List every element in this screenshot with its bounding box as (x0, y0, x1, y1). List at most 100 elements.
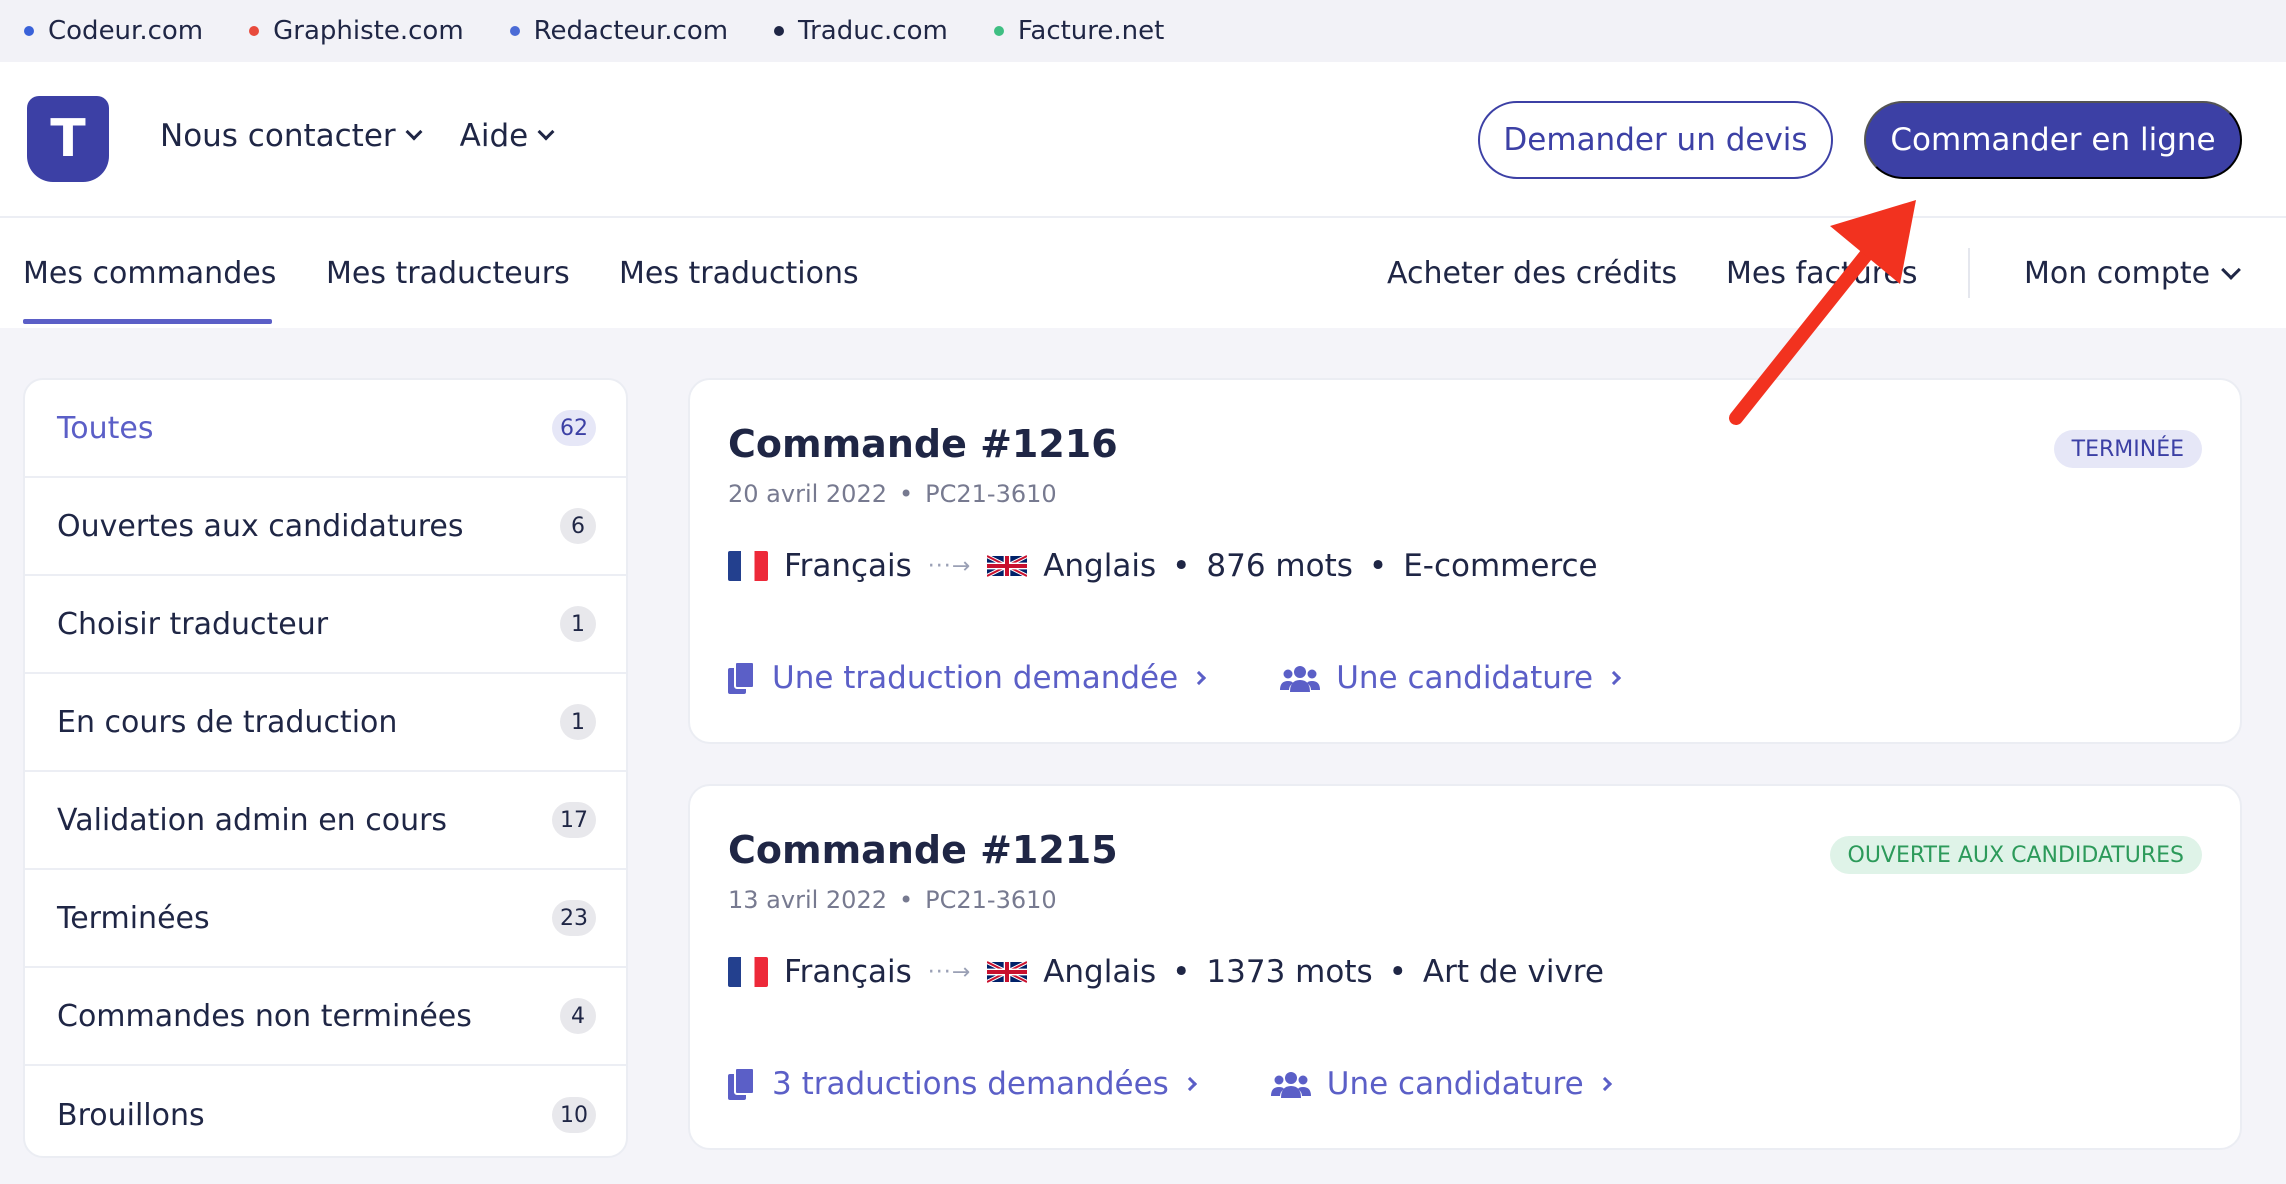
network-dot-icon (993, 26, 1004, 36)
applications-link-label: Une candidature (1326, 1066, 1584, 1102)
arrow-right-icon: ···→ (927, 553, 972, 579)
buy-credits-link[interactable]: Acheter des crédits (1387, 256, 1677, 291)
target-language: Anglais (1043, 954, 1157, 990)
network-link-label: Facture.net (1017, 16, 1165, 46)
filter-label: Toutes (57, 410, 154, 446)
order-ref: PC21-3610 (925, 480, 1057, 508)
translations-link[interactable]: 3 traductions demandées (728, 1066, 1197, 1102)
separator: • (899, 886, 914, 914)
order-date: 13 avril 2022 (728, 886, 887, 914)
word-count: 876 mots (1206, 548, 1353, 584)
order-languages: Français ···→ Anglais • 876 mots • E-com… (728, 548, 1598, 584)
filter-all[interactable]: Toutes 62 (25, 380, 626, 478)
uk-flag-icon (987, 960, 1028, 984)
order-category: E-commerce (1403, 548, 1598, 584)
order-meta: 20 avril 2022 • PC21-3610 (728, 480, 1057, 508)
status-badge: OUVERTE AUX CANDIDATURES (1829, 836, 2202, 874)
logo-letter: T (50, 109, 86, 169)
tab-my-translations[interactable]: Mes traductions (619, 256, 859, 291)
account-label: Mon compte (2024, 256, 2211, 291)
top-nav: Nous contacter Aide (160, 118, 555, 154)
filter-label: En cours de traduction (57, 704, 398, 740)
chevron-down-icon (405, 123, 423, 141)
traduc-logo[interactable]: T (27, 96, 109, 182)
network-dot-icon (249, 26, 260, 36)
network-dot-icon (24, 26, 34, 36)
chevron-down-icon (537, 123, 555, 141)
red-arrow-annotation-icon (1729, 200, 1916, 425)
uk-flag-icon (987, 554, 1028, 578)
tab-my-orders[interactable]: Mes commandes (23, 256, 276, 291)
network-link-label: Codeur.com (48, 16, 204, 46)
filter-label: Commandes non terminées (57, 998, 472, 1034)
applications-link[interactable]: Une candidature (1270, 1066, 1612, 1102)
france-flag-icon (728, 551, 768, 581)
filter-drafts[interactable]: Brouillons 10 (25, 1066, 626, 1156)
order-links: 3 traductions demandées Une candidature (728, 1066, 1612, 1102)
network-link-label: Graphiste.com (273, 16, 464, 46)
filter-completed[interactable]: Terminées 23 (25, 870, 626, 968)
translations-link[interactable]: Une traduction demandée (728, 660, 1207, 696)
target-language: Anglais (1043, 548, 1157, 584)
filter-label: Brouillons (57, 1097, 205, 1133)
separator: • (1388, 954, 1407, 990)
filter-admin-validation[interactable]: Validation admin en cours 17 (25, 772, 626, 870)
order-online-button[interactable]: Commander en ligne (1864, 101, 2242, 179)
order-ref: PC21-3610 (925, 886, 1057, 914)
separator: • (899, 480, 914, 508)
order-title[interactable]: Commande #1215 (728, 828, 1118, 872)
main-header: T Nous contacter Aide Demander un devis … (0, 62, 2286, 218)
order-card[interactable]: Commande #1215 13 avril 2022 • PC21-3610 O… (688, 784, 2242, 1150)
source-language: Français (784, 954, 912, 990)
chevron-down-icon (2221, 260, 2242, 280)
count-badge: 6 (560, 508, 596, 544)
tab-my-translators[interactable]: Mes traducteurs (326, 256, 570, 291)
status-badge: TERMINÉE (2053, 430, 2202, 468)
separator: • (1172, 548, 1191, 584)
active-tab-indicator (23, 319, 272, 324)
nav-contact-label: Nous contacter (160, 118, 396, 154)
count-badge: 17 (552, 802, 596, 838)
request-quote-button[interactable]: Demander un devis (1478, 101, 1833, 179)
filter-in-translation[interactable]: En cours de traduction 1 (25, 674, 626, 772)
filter-open-applications[interactable]: Ouvertes aux candidatures 6 (25, 478, 626, 576)
chevron-right-icon (1606, 670, 1622, 686)
network-dot-icon (509, 26, 520, 36)
network-link-label: Redacteur.com (533, 16, 729, 46)
network-bar: Codeur.com Graphiste.com Redacteur.com T… (0, 0, 2286, 62)
filter-label: Choisir traducteur (57, 606, 329, 642)
filter-label: Validation admin en cours (57, 802, 448, 838)
nav-contact-dropdown[interactable]: Nous contacter (160, 118, 423, 154)
france-flag-icon (728, 957, 768, 987)
filter-not-completed[interactable]: Commandes non terminées 4 (25, 968, 626, 1066)
count-badge: 4 (560, 998, 596, 1034)
documents-icon (728, 1068, 754, 1100)
applications-link[interactable]: Une candidature (1280, 660, 1622, 696)
order-links: Une traduction demandée Une candidature (728, 660, 1622, 696)
chevron-right-icon (1182, 1076, 1197, 1092)
applications-link-label: Une candidature (1336, 660, 1594, 696)
translations-link-label: 3 traductions demandées (772, 1066, 1169, 1102)
nav-help-dropdown[interactable]: Aide (460, 118, 555, 154)
network-link-traduc[interactable]: Traduc.com (774, 16, 948, 46)
documents-icon (728, 662, 754, 694)
order-category: Art de vivre (1422, 954, 1604, 990)
network-link-graphiste[interactable]: Graphiste.com (249, 16, 464, 46)
order-card[interactable]: Commande #1216 20 avril 2022 • PC21-3610 T… (688, 378, 2242, 744)
count-badge: 1 (560, 704, 596, 740)
network-link-redacteur[interactable]: Redacteur.com (509, 16, 729, 46)
count-badge: 10 (552, 1097, 596, 1133)
filter-choose-translator[interactable]: Choisir traducteur 1 (25, 576, 626, 674)
subnav-divider (1968, 248, 1970, 298)
order-title[interactable]: Commande #1216 (728, 422, 1118, 466)
users-icon (1280, 666, 1321, 692)
account-dropdown[interactable]: Mon compte (2024, 256, 2242, 291)
network-link-label: Traduc.com (798, 16, 948, 46)
network-link-codeur[interactable]: Codeur.com (24, 16, 203, 46)
arrow-right-icon: ···→ (927, 959, 972, 985)
chevron-right-icon (1597, 1076, 1612, 1092)
network-link-facture[interactable]: Facture.net (993, 16, 1165, 46)
translations-link-label: Une traduction demandée (772, 660, 1179, 696)
count-badge: 23 (552, 900, 596, 936)
order-date: 20 avril 2022 (728, 480, 887, 508)
